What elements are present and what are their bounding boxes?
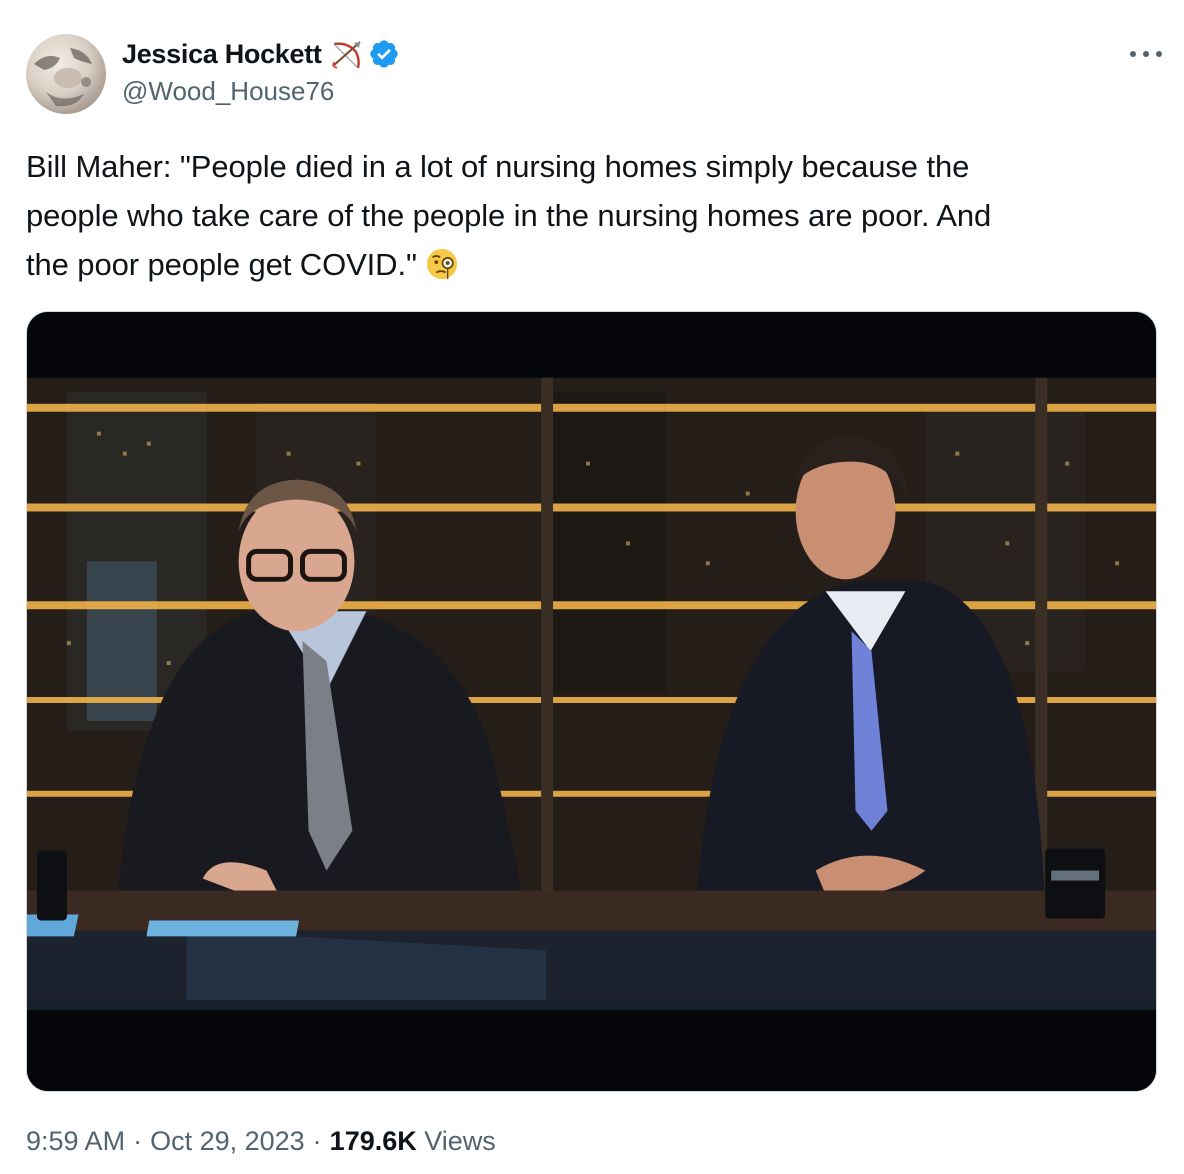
tweet-text-line: people who take care of the people in th…	[26, 198, 992, 233]
more-options-button[interactable]	[1126, 40, 1166, 68]
user-handle[interactable]: @Wood_House76	[122, 76, 400, 107]
dot-icon	[1143, 51, 1149, 57]
display-name[interactable]: Jessica Hockett	[122, 39, 322, 70]
face-with-monocle-icon	[425, 247, 459, 281]
dot-icon	[1130, 51, 1136, 57]
tweet-text-line: Bill Maher: "People died in a lot of nur…	[26, 149, 970, 184]
tweet-text: Bill Maher: "People died in a lot of nur…	[26, 142, 1156, 289]
avatar-icon	[34, 48, 92, 107]
separator: ·	[133, 1126, 143, 1156]
views-label: Views	[424, 1126, 496, 1156]
verified-badge-icon[interactable]	[368, 38, 400, 70]
avatar[interactable]	[26, 34, 106, 114]
tweet-header: Jessica Hockett @Wood_House76	[26, 34, 1166, 118]
views-count: 179.6K	[329, 1126, 417, 1156]
tweet-text-line-last: the poor people get COVID."	[26, 240, 1156, 289]
bow-and-arrow-icon	[330, 38, 364, 70]
tweet-meta: 9:59 AM · Oct 29, 2023 · 179.6K Views	[26, 1126, 496, 1157]
dot-icon	[1156, 51, 1162, 57]
tweet-time[interactable]: 9:59 AM	[26, 1126, 125, 1156]
tweet-text-line: the poor people get COVID."	[26, 247, 417, 282]
tweet-date[interactable]: Oct 29, 2023	[150, 1126, 305, 1156]
separator: ·	[312, 1126, 322, 1156]
video-player[interactable]	[26, 311, 1157, 1092]
video-thumbnail	[27, 312, 1156, 1091]
